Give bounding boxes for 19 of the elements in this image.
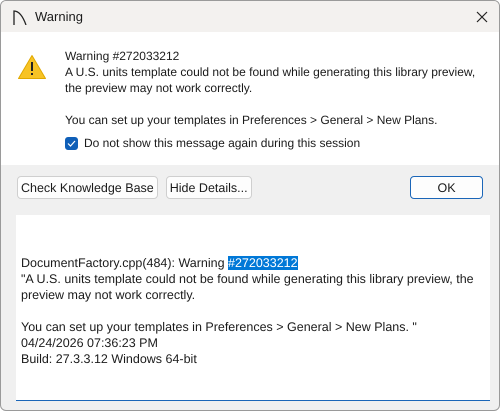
ok-button[interactable]: OK: [410, 176, 483, 199]
window-title: Warning: [35, 9, 84, 24]
checkbox-label[interactable]: Do not show this message again during this session: [84, 135, 360, 151]
details-line: 04/24/2026 07:36:23 PM: [21, 336, 158, 350]
close-icon[interactable]: [475, 10, 489, 24]
arc-logo-icon: [13, 8, 27, 24]
dialog-button[interactable]: Hide Details...: [166, 176, 252, 199]
warning-message: A U.S. units template could not be found while generating this library preview, the preview may not work correctly.: [65, 64, 476, 96]
details-text-area[interactable]: [16, 215, 490, 401]
details-line: Build: 27.3.3.12 Windows 64-bit: [21, 352, 197, 366]
warning-heading: Warning #272033212: [65, 48, 180, 64]
warning-icon: [17, 54, 47, 80]
hint-text: You can set up your templates in Preferences > General > New Plans.: [65, 112, 438, 128]
details-line: "A U.S. units template could not be found while generating this library preview, the preview may not work correctly.: [21, 272, 475, 302]
dialog-button[interactable]: Check Knowledge Base: [17, 176, 158, 199]
details-line: You can set up your templates in Preferences > General > New Plans. ": [21, 320, 417, 334]
selected-text: #272033212: [228, 256, 298, 270]
details-line: DocumentFactory.cpp(484): Warning: [21, 256, 226, 270]
checkbox[interactable]: [65, 136, 78, 150]
